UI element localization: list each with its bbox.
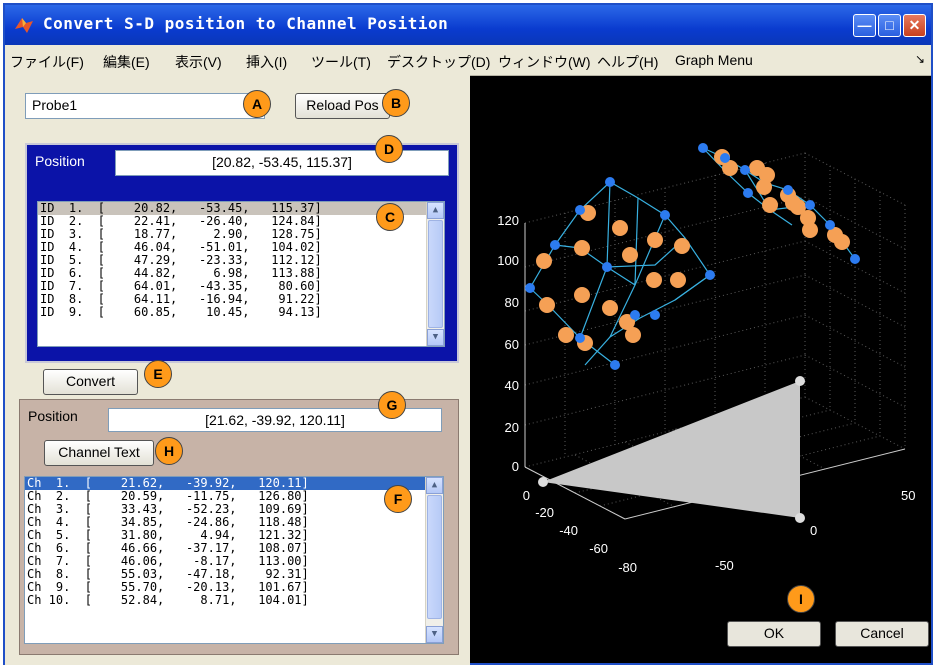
callout-a: A <box>243 90 271 118</box>
channel-position-label: Position <box>28 408 78 424</box>
probe-3d-plot[interactable]: 0 20 40 60 80 100 120 0 -20 -40 -60 -80 … <box>470 75 931 595</box>
menu-window[interactable]: ウィンドウ(W) <box>498 52 591 72</box>
close-button[interactable]: ✕ <box>903 14 926 37</box>
menu-overflow-icon[interactable]: ↘ <box>915 52 925 66</box>
left-probe-sources <box>525 177 715 370</box>
menu-bar: ファイル(F) 編集(E) 表示(V) 挿入(I) ツール(T) デスクトップ(… <box>5 45 931 76</box>
callout-i: I <box>787 585 815 613</box>
z-tick-labels: 0 20 40 60 80 100 120 <box>497 213 519 474</box>
left-probe-optodes <box>536 205 690 351</box>
y-tick: -80 <box>618 560 637 575</box>
callout-f: F <box>384 485 412 513</box>
main-window: Convert S-D position to Channel Position… <box>3 3 933 665</box>
x-tick: 50 <box>901 488 915 503</box>
probe-name-field[interactable]: Probe1 <box>25 93 265 119</box>
channel-position-panel: Position [21.62, -39.92, 120.11] Channel… <box>19 399 459 655</box>
x-tick: 0 <box>810 523 817 538</box>
sd-position-panel: Position [20.82, -53.45, 115.37] ID 1. [… <box>25 143 459 363</box>
list-item[interactable]: ID 9. [ 60.85, 10.45, 94.13] <box>38 306 444 319</box>
callout-g: G <box>378 391 406 419</box>
menu-view[interactable]: 表示(V) <box>175 52 222 72</box>
control-panel: Probe1 A Reload Pos B Position [20.82, -… <box>5 75 470 665</box>
y-tick: -20 <box>535 505 554 520</box>
scroll-up-icon[interactable]: ▲ <box>426 477 443 494</box>
callout-c: C <box>376 203 404 231</box>
base-triangle <box>543 381 800 518</box>
window-title: Convert S-D position to Channel Position <box>43 14 449 33</box>
menu-desktop[interactable]: デスクトップ(D) <box>387 52 490 72</box>
z-tick: 120 <box>497 213 519 228</box>
channel-list-scrollbar[interactable]: ▲ ▼ <box>425 477 443 643</box>
right-probe-optodes <box>714 149 850 250</box>
z-tick: 40 <box>505 378 519 393</box>
x-tick: -50 <box>715 558 734 573</box>
menu-insert[interactable]: 挿入(I) <box>246 52 287 72</box>
channel-text-button[interactable]: Channel Text <box>44 440 154 466</box>
cancel-button[interactable]: Cancel <box>835 621 929 647</box>
menu-help[interactable]: ヘルプ(H) <box>597 52 658 72</box>
scroll-thumb[interactable] <box>428 220 443 328</box>
left-probe-links <box>529 181 711 366</box>
y-tick: 0 <box>523 488 530 503</box>
close-icon: ✕ <box>908 17 921 33</box>
callout-d: D <box>375 135 403 163</box>
title-bar: Convert S-D position to Channel Position… <box>5 5 931 45</box>
menu-file[interactable]: ファイル(F) <box>10 52 84 72</box>
z-tick: 80 <box>505 295 519 310</box>
maximize-button[interactable]: □ <box>878 14 901 37</box>
y-tick: -60 <box>589 541 608 556</box>
marker-point <box>795 376 805 386</box>
z-tick: 100 <box>497 253 519 268</box>
menu-tools[interactable]: ツール(T) <box>311 52 371 72</box>
minimize-button[interactable]: — <box>853 14 876 37</box>
matlab-icon <box>15 18 33 33</box>
callout-h: H <box>155 437 183 465</box>
channel-position-list[interactable]: Ch 1. [ 21.62, -39.92, 120.11] Ch 2. [ 2… <box>24 476 444 644</box>
ok-button[interactable]: OK <box>727 621 821 647</box>
marker-point <box>538 477 548 487</box>
scroll-down-icon[interactable]: ▼ <box>427 329 444 346</box>
z-tick: 60 <box>505 337 519 352</box>
y-tick: -40 <box>559 523 578 538</box>
z-tick: 0 <box>512 459 519 474</box>
sd-position-label: Position <box>35 153 85 169</box>
scroll-up-icon[interactable]: ▲ <box>427 202 444 219</box>
reload-pos-button[interactable]: Reload Pos <box>295 93 390 119</box>
scroll-down-icon[interactable]: ▼ <box>426 626 443 643</box>
menu-graph[interactable]: Graph Menu <box>675 52 753 68</box>
callout-e: E <box>144 360 172 388</box>
maximize-icon: □ <box>885 17 894 33</box>
sd-list-scrollbar[interactable]: ▲ ▼ <box>426 202 444 346</box>
convert-button[interactable]: Convert <box>43 369 138 395</box>
z-tick: 20 <box>505 420 519 435</box>
callout-b: B <box>382 89 410 117</box>
marker-point <box>795 513 805 523</box>
list-item[interactable]: Ch 10. [ 52.84, 8.71, 104.01] <box>25 594 443 607</box>
menu-edit[interactable]: 編集(E) <box>103 52 150 72</box>
minimize-icon: — <box>857 17 872 33</box>
scroll-thumb[interactable] <box>427 495 442 619</box>
